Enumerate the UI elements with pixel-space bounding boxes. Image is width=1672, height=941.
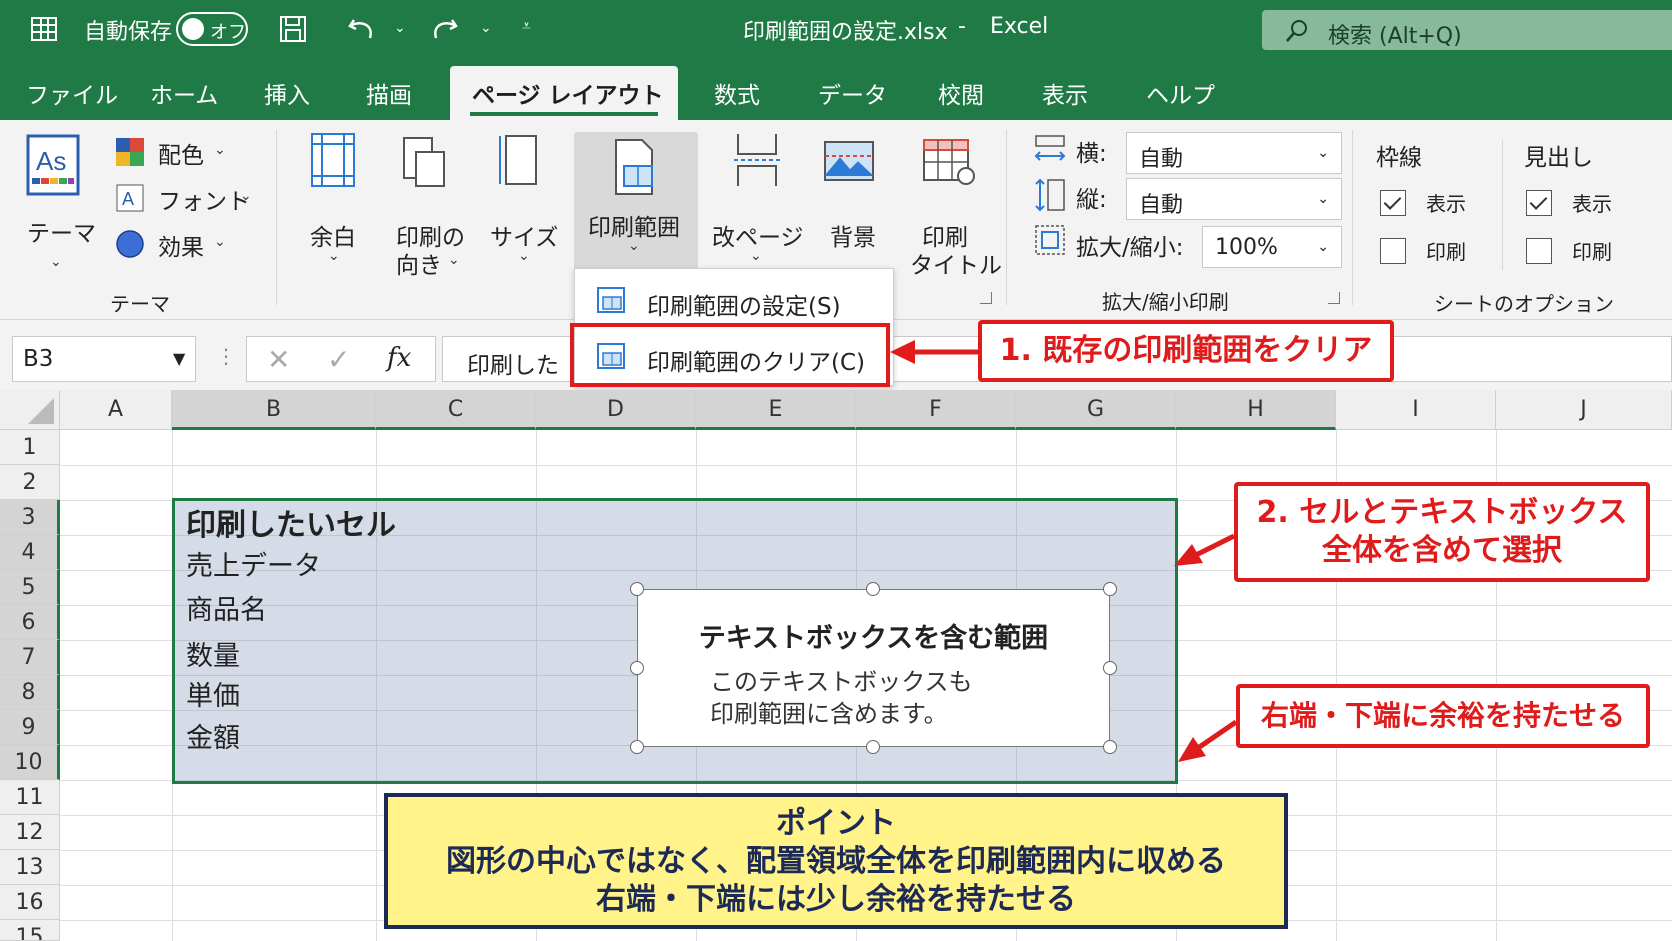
point-box: ポイント 図形の中心ではなく、配置領域全体を印刷範囲内に収める 右端・下端には少… (384, 793, 1288, 929)
point-line-2: 右端・下端には少し余裕を持たせる (596, 882, 1076, 917)
callout-step-1: 1. 既存の印刷範囲をクリア (978, 320, 1394, 382)
arrow-head (890, 340, 915, 364)
arrow-line (1192, 533, 1236, 559)
point-line-1: 図形の中心ではなく、配置領域全体を印刷範囲内に収める (446, 844, 1226, 879)
callout-step-2-line-2: 全体を含めて選択 (1322, 533, 1562, 568)
callout-step-2: 2. セルとテキストボックス 全体を含めて選択 (1234, 482, 1650, 582)
arrow-line (1196, 719, 1238, 751)
arrow-head (1178, 737, 1206, 762)
callout-margin-note: 右端・下端に余裕を持たせる (1236, 684, 1650, 748)
point-title: ポイント (776, 806, 896, 841)
callout-step-2-line-1: 2. セルとテキストボックス (1256, 495, 1628, 530)
